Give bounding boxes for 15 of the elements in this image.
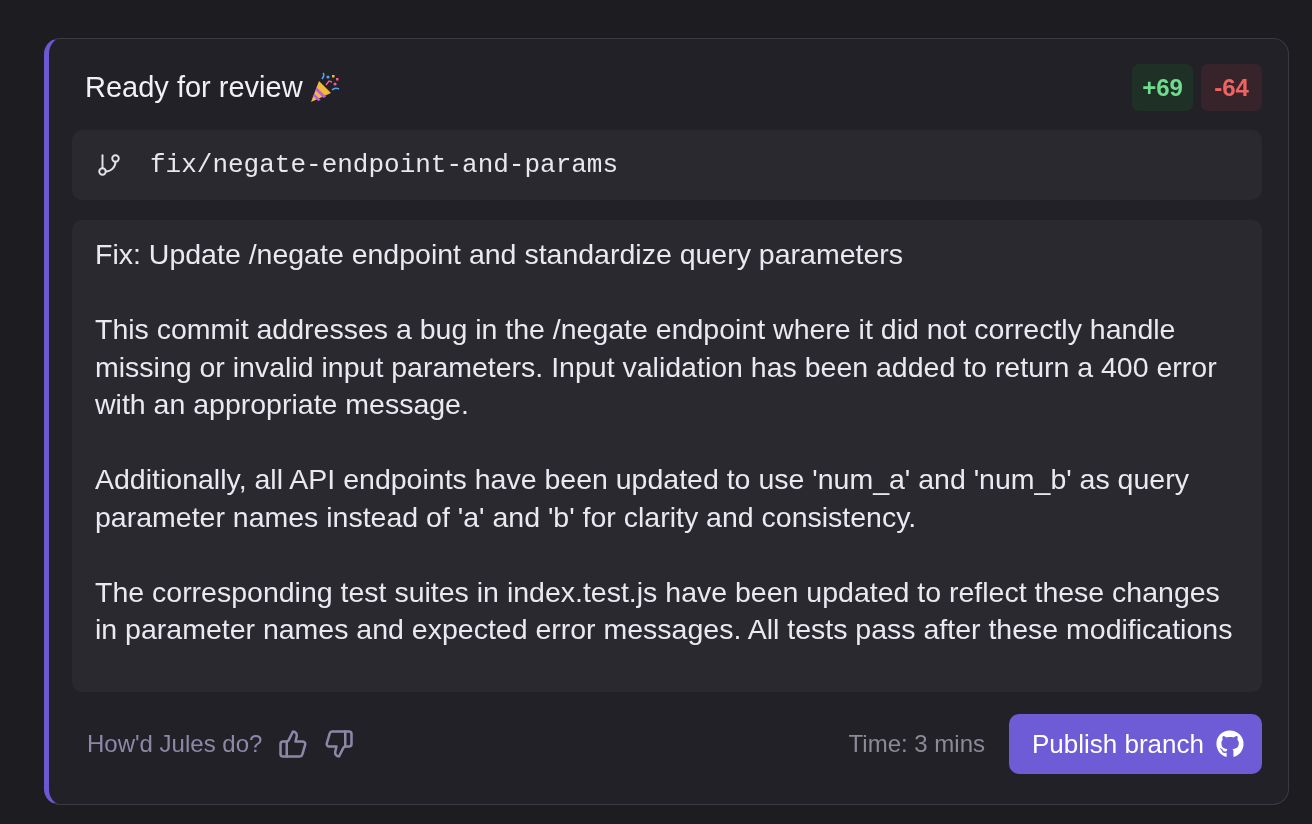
commit-paragraph: Additionally, all API endpoints have been updated to use 'num_a' and 'num_b' as query parameter names instead of 'a' and 'b' for clarity and consistency. <box>95 462 1190 535</box>
elapsed-time: Time: 3 mins <box>848 730 985 758</box>
feedback-prompt: How'd Jules do? <box>87 730 263 758</box>
publish-branch-button[interactable]: Publish branch <box>1009 714 1262 774</box>
branch-name: fix/negate-endpoint-and-params <box>150 150 619 180</box>
github-icon <box>1216 730 1244 758</box>
thumbs-down-icon[interactable] <box>324 729 355 759</box>
additions-count: +69 <box>1132 64 1193 111</box>
thumbs-up-icon[interactable] <box>278 729 309 759</box>
commit-paragraph: The corresponding test suites in index.test.js have been updated to reflect these changes in parameter names and expected error messages. All tests pass after these modifications <box>95 574 1234 647</box>
deletions-count: -64 <box>1201 64 1262 111</box>
commit-paragraph: This commit addresses a bug in the /negate endpoint where it did not correctly handle missing or invalid input parameters. Input validation has been added to return a 400 error with an appropriate message. <box>95 312 1218 422</box>
commit-title: Fix: Update /negate endpoint and standardize query parameters <box>95 237 904 272</box>
card-title: Ready for review <box>85 71 303 104</box>
git-branch-icon <box>96 152 122 178</box>
